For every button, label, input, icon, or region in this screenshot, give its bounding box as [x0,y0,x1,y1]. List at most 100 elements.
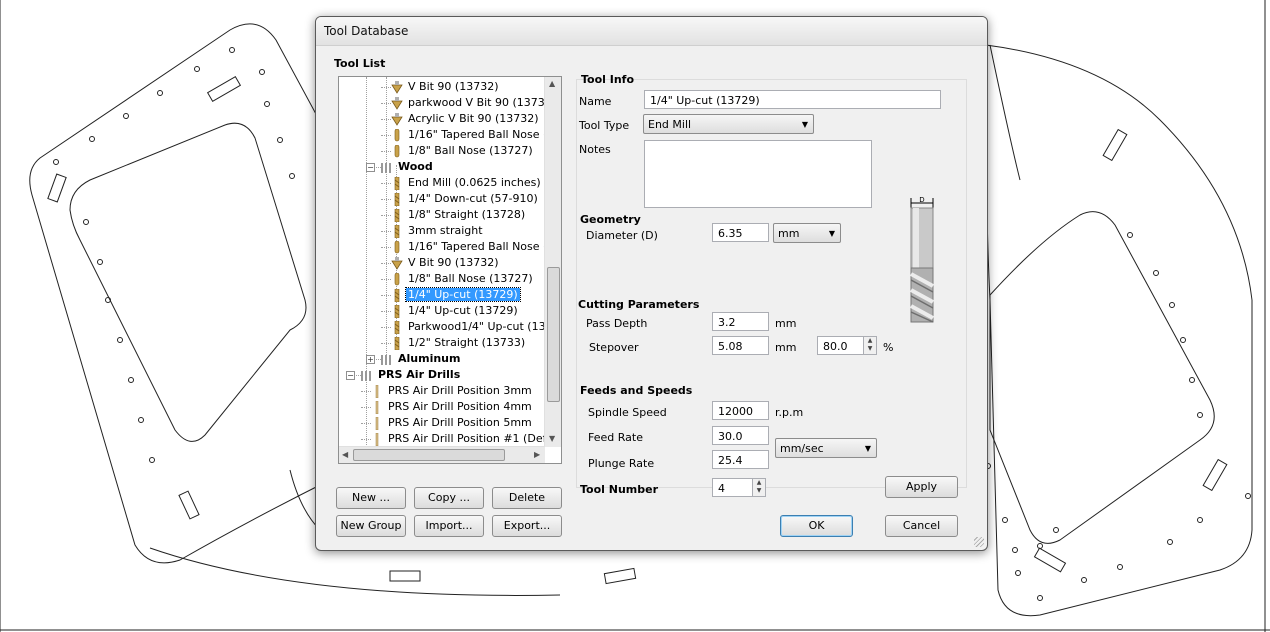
scroll-right-arrow-icon[interactable]: ▶ [534,450,540,459]
feed-rate-field[interactable]: 30.0 [712,426,769,445]
apply-button[interactable]: Apply [885,476,958,498]
tree-item[interactable]: 1/8" Straight (13728) [391,207,527,223]
tree-connector-line [361,423,371,424]
vbit-icon [391,80,403,94]
dialog-title: Tool Database [324,24,409,38]
scroll-down-arrow-icon[interactable]: ▼ [549,434,555,443]
spin-up-icon[interactable]: ▲ [753,479,765,487]
cancel-button[interactable]: Cancel [885,515,958,537]
diameter-label: Diameter (D) [586,229,658,242]
tree-vertical-scrollbar[interactable]: ▲ ▼ [544,77,561,447]
right-panel-cutout [989,211,1215,544]
tree-item[interactable]: 1/8" Ball Nose (13727) [391,143,535,159]
group-icon [361,370,371,381]
tree-item[interactable]: Parkwood1/4" Up-cut (137 [391,319,545,335]
plunge-rate-field[interactable]: 25.4 [712,450,769,469]
name-field[interactable]: 1/4" Up-cut (13729) [644,90,941,109]
new-button[interactable]: New ... [336,487,406,509]
import-button[interactable]: Import... [414,515,484,537]
dialog-titlebar[interactable]: Tool Database [316,17,987,46]
delete-button[interactable]: Delete [492,487,562,509]
tree-item[interactable]: 1/16" Tapered Ball Nose (: [391,127,545,143]
tree-item[interactable]: V Bit 90 (13732) [391,255,501,271]
notes-field[interactable] [644,140,872,208]
tree-connector-line [381,247,391,248]
tool-type-select[interactable]: End Mill ▼ [643,114,814,134]
tree-item-label: Wood [398,160,433,173]
pass-depth-field[interactable]: 3.2 [712,312,769,331]
tree-item-label: End Mill (0.0625 inches) [408,176,541,189]
tree-item[interactable]: Wood [381,159,435,175]
tree-item[interactable]: PRS Air Drill Position 5mm [371,415,534,431]
right-panel-outline [985,44,1253,617]
endmill-icon [394,224,400,238]
tree-horizontal-scroll-thumb[interactable] [353,449,505,461]
tree-item[interactable]: 1/4" Up-cut (13729) [391,287,521,303]
tree-item[interactable]: 3mm straight [391,223,485,239]
tree-item[interactable]: 1/8" Ball Nose (13727) [391,271,535,287]
drill-icon [375,432,379,446]
new-group-button[interactable]: New Group [336,515,406,537]
tree-item[interactable]: 1/4" Up-cut (13729) [391,303,520,319]
spin-down-icon[interactable]: ▼ [753,487,765,495]
right-top-arc [989,44,1021,181]
tree-connector-line [381,135,391,136]
tree-item-label: 1/16" Tapered Ball Nose (: [408,240,545,253]
diameter-unit-select[interactable]: mm ▼ [773,223,841,243]
copy-button[interactable]: Copy ... [414,487,484,509]
pass-depth-unit: mm [775,317,797,330]
tree-item[interactable]: End Mill (0.0625 inches) [391,175,543,191]
tree-expander-icon[interactable]: − [346,371,355,380]
tree-item[interactable]: PRS Air Drill Position 3mm [371,383,534,399]
tree-item-label: V Bit 90 (13732) [408,256,499,269]
group-icon [381,354,391,365]
tree-item[interactable]: PRS Air Drills [361,367,462,383]
tree-item[interactable]: V Bit 90 (13732) [391,79,501,95]
tree-connector-line [361,391,371,392]
tool-type-value: End Mill [648,118,692,131]
tree-connector-line [381,199,391,200]
resize-grip-icon[interactable] [974,537,984,547]
tree-connector-line [381,151,391,152]
tree-item-label: 1/8" Straight (13728) [408,208,526,221]
tree-horizontal-scrollbar[interactable]: ◀ ▶ [339,446,545,463]
tree-item[interactable]: parkwood V Bit 90 (13732) [391,95,545,111]
ballnose-icon [394,240,400,253]
feeds-and-speeds-label: Feeds and Speeds [580,384,693,397]
tree-vertical-scroll-thumb[interactable] [547,267,560,402]
scroll-up-arrow-icon[interactable]: ▲ [549,79,555,88]
tree-item[interactable]: PRS Air Drill Position 4mm [371,399,534,415]
diameter-marker-label: D [919,196,924,204]
tree-item-label: 1/8" Ball Nose (13727) [408,144,533,157]
stepover-unit: mm [775,341,797,354]
tree-item[interactable]: 1/2" Straight (13733) [391,335,527,351]
tree-expander-icon[interactable]: − [366,163,375,172]
tree-item[interactable]: PRS Air Drill Position #1 (Defin [371,431,545,447]
tree-item[interactable]: Aluminum [381,351,462,367]
tree-item[interactable]: 1/4" Down-cut (57-910) [391,191,540,207]
tool-number-spinner[interactable]: ▲ ▼ [752,478,766,497]
ok-button[interactable]: OK [780,515,853,537]
tool-number-field[interactable]: 4 [712,478,753,497]
stepover-field[interactable]: 5.08 [712,336,769,355]
export-button[interactable]: Export... [492,515,562,537]
tool-list-label: Tool List [334,57,386,70]
tool-tree-viewport: V Bit 90 (13732) parkwood V Bit 90 (13732… [339,77,545,447]
spin-up-icon[interactable]: ▲ [864,337,876,345]
pass-depth-label: Pass Depth [586,317,648,330]
tool-number-label: Tool Number [580,483,659,496]
spin-down-icon[interactable]: ▼ [864,345,876,353]
scroll-left-arrow-icon[interactable]: ◀ [342,450,348,459]
tool-tree[interactable]: V Bit 90 (13732) parkwood V Bit 90 (13732… [338,76,562,464]
stepover-percent-field[interactable]: 80.0 [817,336,864,355]
tree-item-label: PRS Air Drill Position 5mm [388,416,532,429]
spindle-speed-field[interactable]: 12000 [712,401,769,420]
diameter-field[interactable]: 6.35 [712,223,769,242]
vbit-icon [391,112,403,126]
tree-expander-icon[interactable]: + [366,355,375,364]
bottom-arc [149,547,561,596]
tree-item[interactable]: 1/16" Tapered Ball Nose (: [391,239,545,255]
tree-item[interactable]: Acrylic V Bit 90 (13732) [391,111,541,127]
stepover-percent-spinner[interactable]: ▲ ▼ [863,336,877,355]
rate-unit-select[interactable]: mm/sec ▼ [775,438,877,458]
